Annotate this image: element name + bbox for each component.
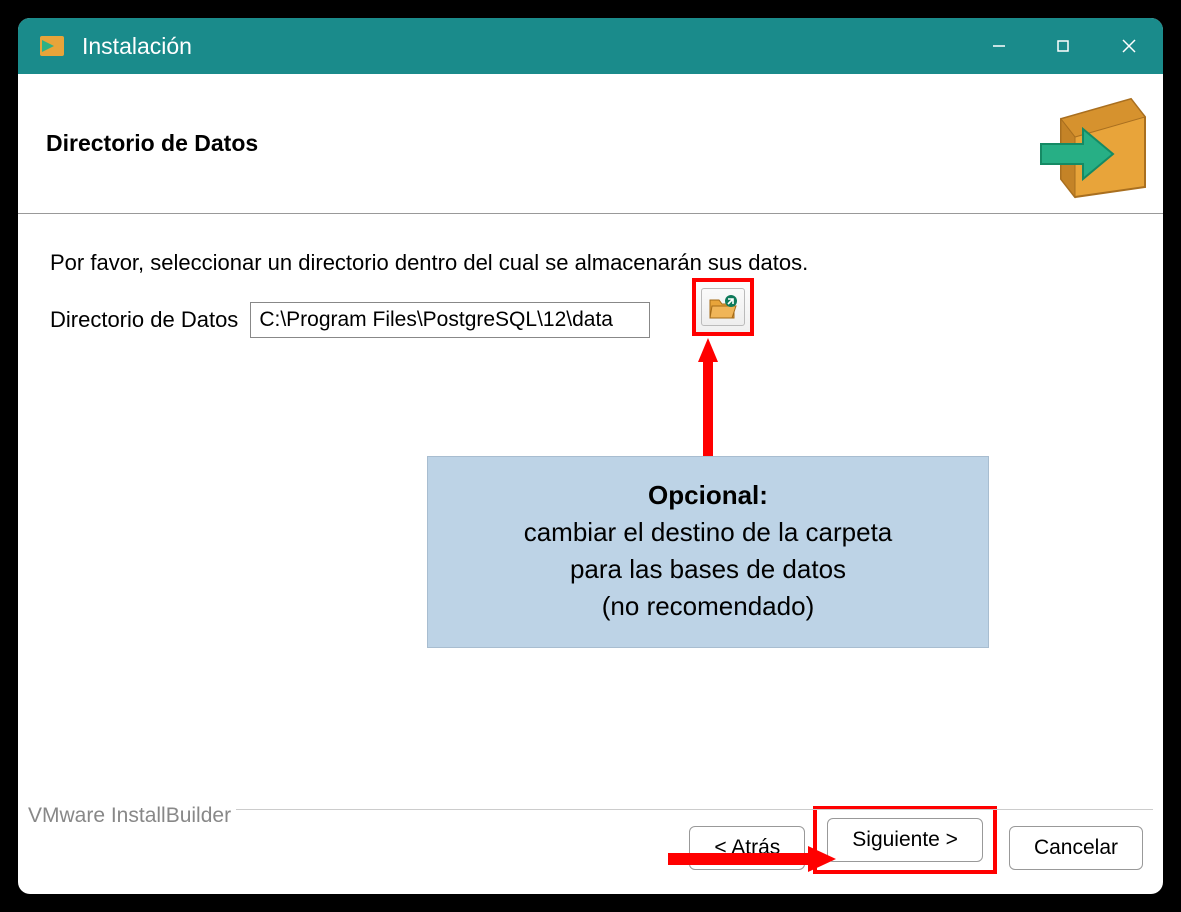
- installer-logo-icon: [1021, 89, 1151, 199]
- footer: VMware InstallBuilder < Atrás Siguiente …: [18, 798, 1163, 894]
- titlebar: Instalación: [18, 18, 1163, 74]
- builder-label: VMware InstallBuilder: [28, 804, 231, 828]
- minimize-button[interactable]: [967, 18, 1031, 74]
- folder-browse-icon: [708, 294, 738, 320]
- callout-line1: cambiar el destino de la carpeta: [524, 517, 893, 547]
- next-button-highlight: Siguiente >: [813, 806, 997, 874]
- window-title: Instalación: [82, 33, 192, 60]
- close-button[interactable]: [1095, 18, 1163, 74]
- callout-line3: (no recomendado): [602, 591, 814, 621]
- page-header: Directorio de Datos: [18, 74, 1163, 214]
- data-directory-label: Directorio de Datos: [50, 307, 238, 333]
- instruction-text: Por favor, seleccionar un directorio den…: [50, 250, 1131, 276]
- content-area: Por favor, seleccionar un directorio den…: [18, 214, 1163, 798]
- data-directory-row: Directorio de Datos: [50, 302, 1131, 338]
- annotation-callout: Opcional: cambiar el destino de la carpe…: [427, 456, 989, 648]
- annotation-arrow-right-icon: [666, 844, 836, 874]
- data-directory-input[interactable]: [250, 302, 650, 338]
- annotation-arrow-up-icon: [698, 338, 718, 458]
- footer-divider: [236, 809, 1153, 810]
- installer-window: Instalación Directorio de Datos Por favo…: [18, 18, 1163, 894]
- callout-title: Opcional:: [648, 480, 768, 510]
- callout-line2: para las bases de datos: [570, 554, 846, 584]
- maximize-button[interactable]: [1031, 18, 1095, 74]
- page-title: Directorio de Datos: [46, 130, 258, 157]
- next-button[interactable]: Siguiente >: [827, 818, 983, 862]
- app-icon: [36, 30, 68, 62]
- browse-button[interactable]: [692, 278, 754, 336]
- cancel-button[interactable]: Cancelar: [1009, 826, 1143, 870]
